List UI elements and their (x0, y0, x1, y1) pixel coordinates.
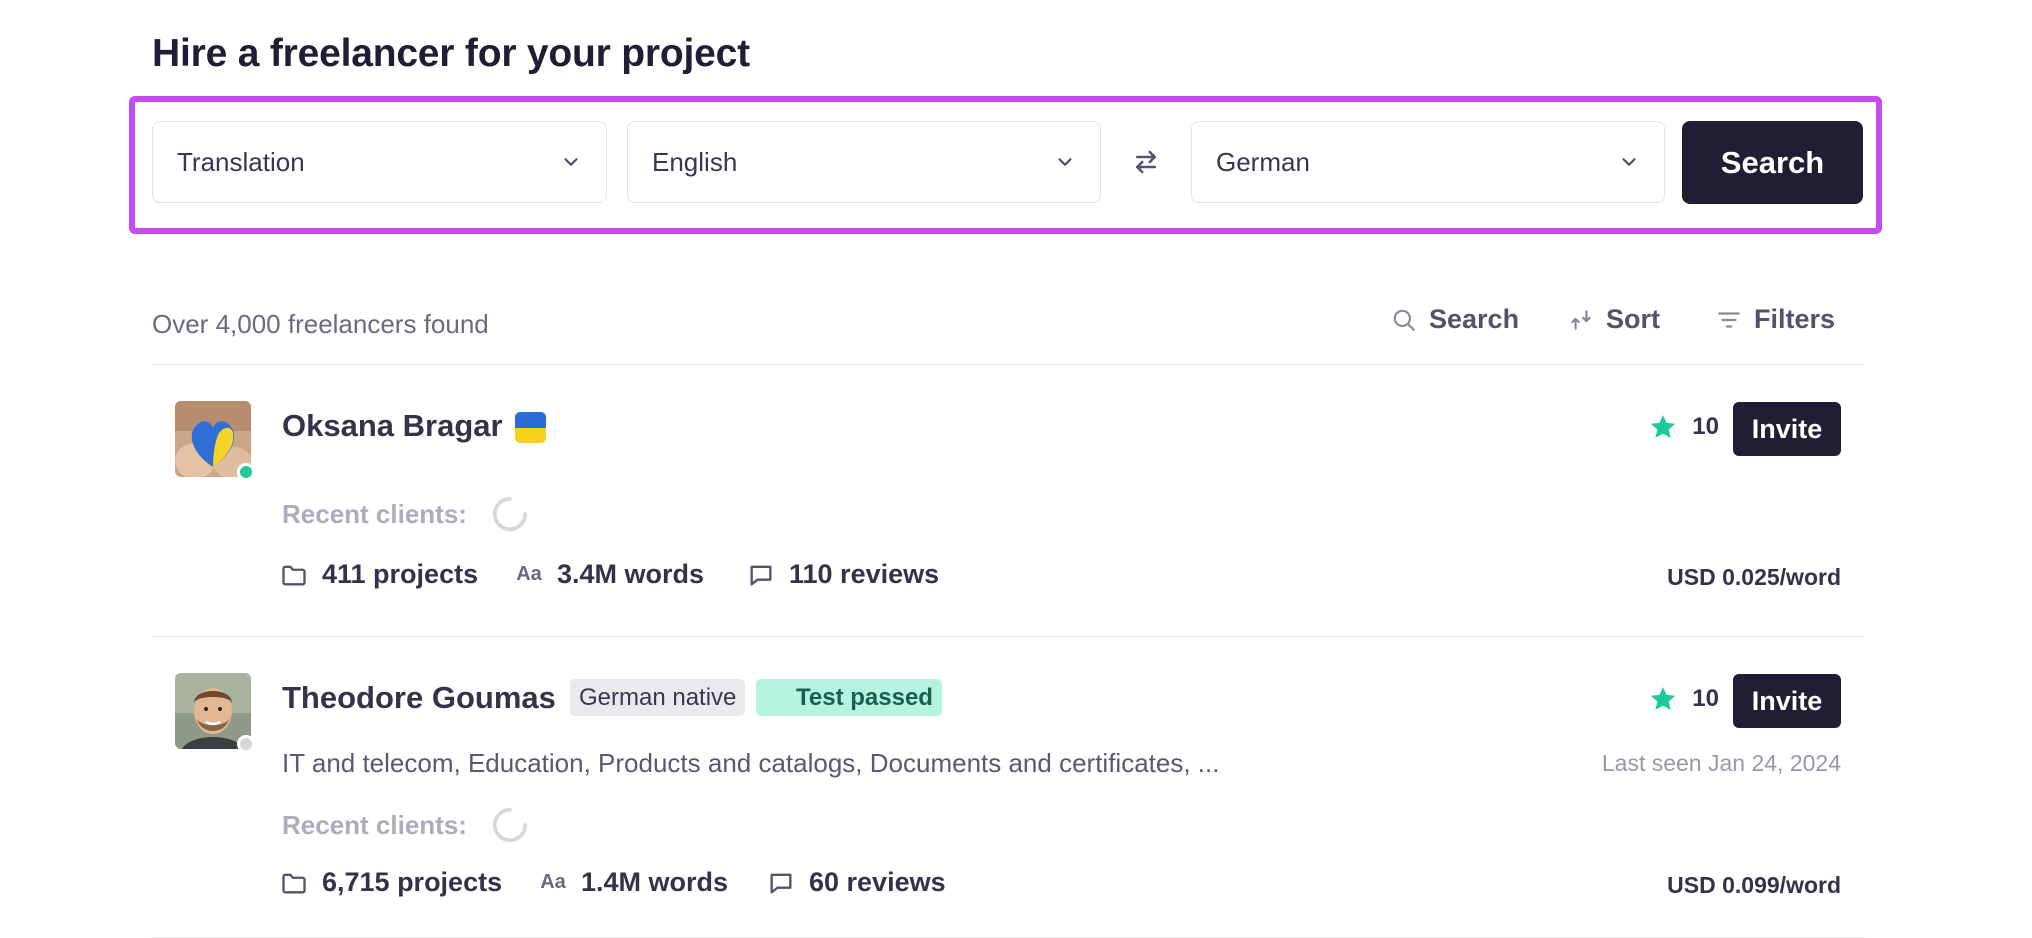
sort-button[interactable]: Sort (1568, 304, 1660, 335)
projects-stat: 411 projects (280, 559, 478, 590)
words-stat: Aa 3.4M words (515, 559, 704, 590)
projects-count: 6,715 projects (322, 867, 503, 897)
swap-languages-button[interactable] (1128, 144, 1164, 180)
search-icon (1393, 309, 1415, 331)
reviews-count: 110 reviews (789, 559, 940, 589)
chevron-down-icon (1058, 158, 1072, 166)
sort-label: Sort (1606, 304, 1660, 334)
results-search-label: Search (1429, 304, 1520, 334)
freelancer-card[interactable]: Oksana Bragar 10 Invite Recent clients: … (152, 365, 1864, 636)
reviews-stat: 60 reviews (767, 867, 946, 898)
words-stat: Aa 1.4M words (539, 867, 728, 898)
target-language-select[interactable]: German (1191, 121, 1665, 203)
freelancer-card[interactable]: Theodore Goumas German native Test passe… (152, 637, 1864, 938)
words-count: 1.4M words (581, 867, 729, 897)
swap-arrows-icon (1136, 150, 1156, 174)
source-language-select[interactable]: English (627, 121, 1101, 203)
star-icon (1651, 687, 1676, 710)
rating-value: 10 (1692, 685, 1719, 712)
filter-lines-icon (1718, 311, 1740, 328)
chevron-down-icon (564, 158, 578, 166)
filters-button[interactable]: Filters (1716, 304, 1835, 335)
price: USD 0.099/word (1667, 872, 1841, 898)
speech-bubble-icon (770, 873, 792, 893)
reviews-count: 60 reviews (809, 867, 946, 897)
folder-icon (282, 565, 306, 585)
ukraine-flag-icon (515, 412, 546, 443)
rating-value: 10 (1692, 413, 1719, 440)
search-button[interactable]: Search (1682, 121, 1863, 204)
results-search-button[interactable]: Search (1391, 304, 1519, 335)
service-select-value: Translation (177, 146, 305, 177)
loading-spinner-icon (492, 496, 528, 532)
source-language-value: English (652, 146, 738, 177)
filters-label: Filters (1754, 304, 1836, 334)
invite-button[interactable]: Invite (1733, 402, 1841, 456)
offline-status-dot (237, 735, 255, 753)
star-icon (1651, 415, 1676, 438)
target-language-value: German (1216, 146, 1310, 177)
reviews-stat: 110 reviews (747, 559, 939, 590)
font-size-icon: Aa (540, 871, 566, 893)
speech-bubble-icon (750, 565, 772, 585)
sort-arrows-icon (1571, 309, 1591, 330)
page-title: Hire a freelancer for your project (152, 32, 750, 75)
online-status-dot (237, 463, 255, 481)
recent-clients-label: Recent clients: (282, 499, 467, 529)
invite-button[interactable]: Invite (1733, 674, 1841, 728)
rating: 10 (1648, 412, 1719, 442)
freelancer-name[interactable]: Oksana Bragar (282, 408, 503, 444)
last-seen: Last seen Jan 24, 2024 (1601, 750, 1841, 776)
price: USD 0.025/word (1667, 564, 1841, 590)
native-language-badge: German native (570, 679, 746, 716)
font-size-icon: Aa (516, 563, 542, 585)
projects-stat: 6,715 projects (280, 867, 502, 898)
test-passed-badge: Test passed (756, 679, 942, 716)
words-count: 3.4M words (557, 559, 705, 589)
recent-clients-label: Recent clients: (282, 810, 467, 840)
loading-spinner-icon (492, 807, 528, 843)
chevron-down-icon (1622, 158, 1636, 166)
specialization-tags: IT and telecom, Education, Products and … (282, 748, 1220, 778)
rating: 10 (1648, 684, 1719, 714)
folder-icon (282, 873, 306, 893)
freelancer-name[interactable]: Theodore Goumas (282, 680, 556, 716)
service-select[interactable]: Translation (152, 121, 607, 203)
projects-count: 411 projects (322, 559, 479, 589)
results-count: Over 4,000 freelancers found (152, 309, 489, 339)
